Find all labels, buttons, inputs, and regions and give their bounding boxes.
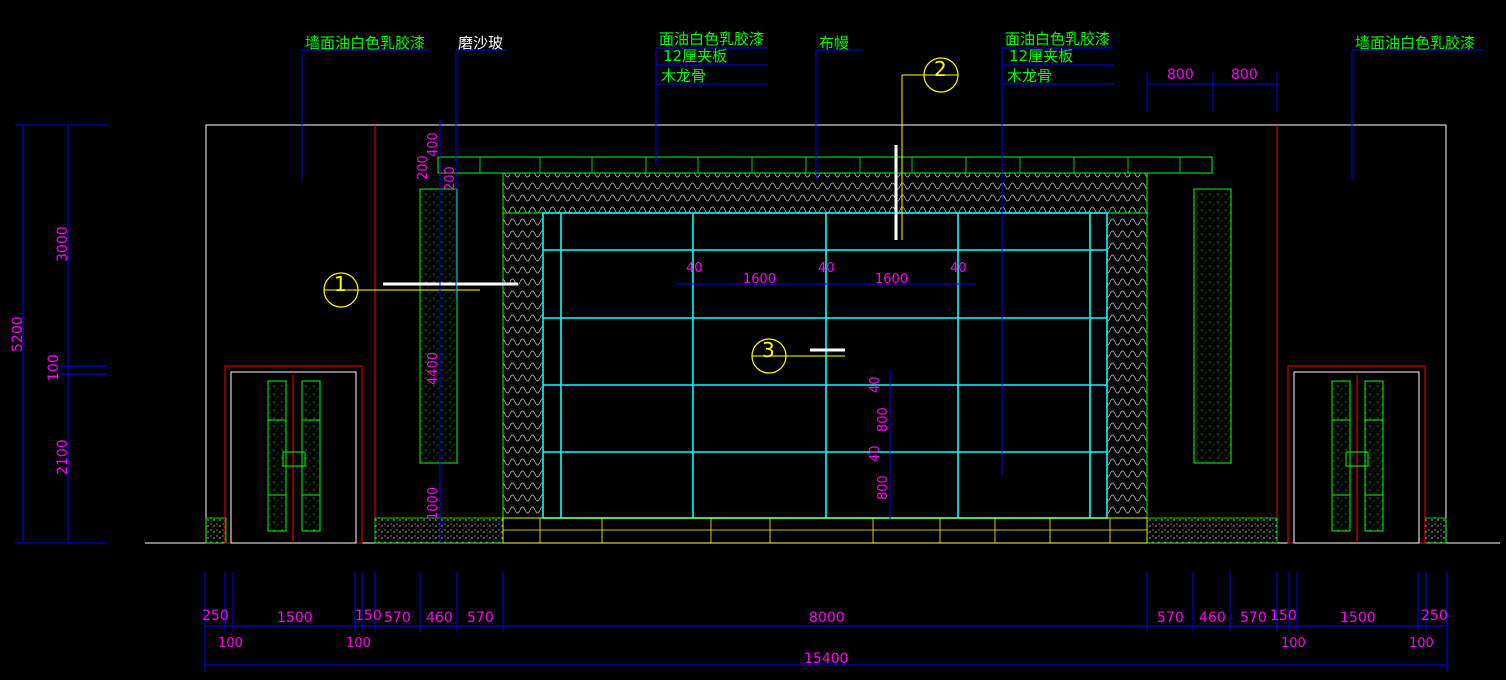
dim-v-400: 400	[426, 132, 441, 157]
dim-b-1500-right: 1500	[1340, 610, 1376, 626]
dim-b-570-right-b: 570	[1240, 610, 1267, 626]
dim-v-200-b: 200	[443, 166, 458, 191]
dim-b-8000: 8000	[809, 610, 845, 626]
material-leaders	[301, 47, 1482, 543]
label-wall-paint-right: 墙面油白色乳胶漆	[1355, 34, 1475, 52]
dim-v-800-a: 800	[876, 407, 891, 432]
label-paint-right: 面油白色乳胶漆	[1005, 30, 1110, 48]
detail-bubble-1: 1	[323, 272, 359, 308]
dim-v-40-a: 40	[868, 376, 883, 393]
dim-v-200-a: 200	[416, 155, 431, 180]
dim-gap-40-c: 40	[950, 261, 967, 276]
bubble-3-number: 3	[762, 338, 775, 362]
bubble-1-number: 1	[334, 272, 347, 296]
dim-b-460-left: 460	[426, 610, 453, 626]
door-right	[1287, 365, 1426, 544]
top-beam	[437, 156, 1213, 174]
label-plywood-right: 12厘夹板	[1009, 47, 1073, 65]
dim-b-1500-left: 1500	[277, 610, 313, 626]
dim-b-150-left: 150	[355, 608, 382, 624]
dim-gap-40-a: 40	[686, 261, 703, 276]
dim-b-250-right: 250	[1421, 608, 1448, 624]
dim-b-570-left-b: 570	[467, 610, 494, 626]
base-plinth	[205, 517, 1447, 544]
dim-v-1000: 1000	[426, 487, 441, 520]
dim-upper-height: 3000	[55, 226, 71, 262]
dim-b-250-left: 250	[202, 608, 229, 624]
label-frosted-glass: 磨沙玻	[458, 34, 503, 52]
dim-left-lines	[15, 124, 107, 544]
label-curtain: 布幔	[819, 34, 849, 52]
elevation-drawing: 1 2 3 墙面油白色乳胶漆 磨沙玻 面油白色乳胶漆 12厘夹板 木龙骨 布幔 …	[10, 30, 1500, 672]
label-paint-center: 面油白色乳胶漆	[659, 30, 764, 48]
dim-b-570-left-a: 570	[384, 610, 411, 626]
label-keel-center: 木龙骨	[661, 67, 706, 85]
label-keel-right: 木龙骨	[1007, 67, 1052, 85]
dim-width-1600-a: 1600	[743, 272, 776, 287]
dim-800-a: 800	[1167, 67, 1194, 83]
dim-b-100-right-b: 100	[1409, 636, 1434, 651]
frosted-panel-left	[419, 188, 458, 464]
dim-b-570-right-a: 570	[1157, 610, 1184, 626]
stone-frame	[502, 172, 1148, 519]
frosted-panel-right	[1193, 188, 1232, 464]
dim-b-100-left-b: 100	[346, 636, 371, 651]
dim-lower-height: 2100	[55, 439, 71, 475]
dim-800-b: 800	[1231, 67, 1258, 83]
dim-gap-40-b: 40	[818, 261, 835, 276]
dim-v-800-b: 800	[876, 475, 891, 500]
door-left	[224, 365, 363, 544]
dim-v-4400: 4400	[426, 352, 441, 385]
dim-b-total-width: 15400	[804, 651, 849, 667]
dim-v-40-b: 40	[868, 445, 883, 462]
dim-b-100-left-a: 100	[218, 636, 243, 651]
dim-b-100-right-a: 100	[1281, 636, 1306, 651]
dim-width-1600-b: 1600	[875, 272, 908, 287]
detail-bubble-2: 2	[923, 57, 959, 93]
label-plywood-center: 12厘夹板	[663, 47, 727, 65]
dim-b-460-right: 460	[1199, 610, 1226, 626]
dim-total-height: 5200	[10, 316, 26, 352]
bubble-2-number: 2	[934, 57, 947, 81]
grid-panel	[542, 212, 1108, 519]
label-wall-paint-left: 墙面油白色乳胶漆	[305, 34, 425, 52]
detail-bubble-3: 3	[751, 338, 787, 374]
dim-gap-height: 100	[46, 354, 62, 381]
dim-b-150-right: 150	[1270, 608, 1297, 624]
